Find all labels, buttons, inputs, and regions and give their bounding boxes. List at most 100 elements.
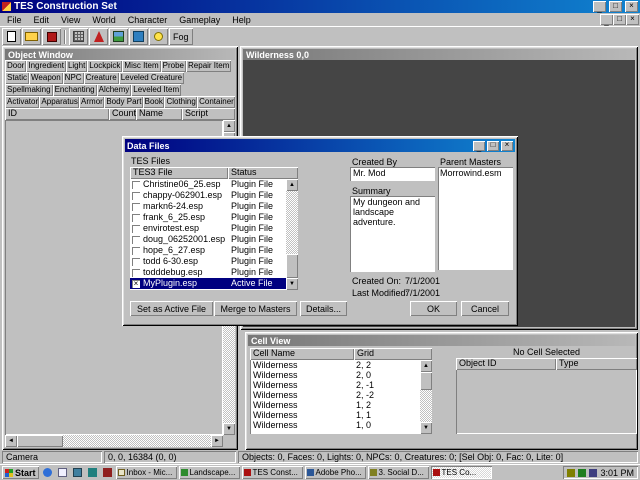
file-row[interactable]: todd 6-30.espPlugin File <box>130 256 286 267</box>
tab-npc[interactable]: NPC <box>63 72 84 84</box>
scroll-track[interactable] <box>420 372 432 422</box>
start-button[interactable]: Start <box>2 466 39 479</box>
column-script[interactable]: Script <box>182 108 235 120</box>
tab-probe[interactable]: Probe <box>161 60 186 72</box>
task-social-document[interactable]: 3. Social D... <box>368 466 429 479</box>
column-id[interactable]: ID <box>5 108 109 120</box>
scroll-thumb[interactable] <box>17 435 63 447</box>
cell-row[interactable]: Wilderness2, -1 <box>250 380 420 390</box>
task-tes-active[interactable]: TES Co... <box>431 466 492 479</box>
tab-static[interactable]: Static <box>5 72 29 84</box>
tab-repair-item[interactable]: Repair Item <box>186 60 231 72</box>
menu-view[interactable]: View <box>55 14 86 26</box>
menu-character[interactable]: Character <box>122 14 174 26</box>
parent-masters-list[interactable]: Morrowind.esm <box>438 167 513 270</box>
tab-creature[interactable]: Creature <box>84 72 119 84</box>
column-cell-name[interactable]: Cell Name <box>250 348 354 360</box>
cell-row[interactable]: Wilderness2, -2 <box>250 390 420 400</box>
file-checkbox[interactable] <box>132 258 140 266</box>
file-checkbox[interactable] <box>132 203 140 211</box>
tab-alchemy[interactable]: Alchemy <box>97 84 132 96</box>
column-type[interactable]: Type <box>556 358 637 370</box>
file-row[interactable]: frank_6_25.espPlugin File <box>130 212 286 223</box>
tab-clothing[interactable]: Clothing <box>164 96 197 108</box>
file-row[interactable]: todddebug.espPlugin File <box>130 267 286 278</box>
tray-display-icon[interactable] <box>589 469 597 477</box>
new-file-button[interactable] <box>2 28 21 45</box>
file-checkbox[interactable]: × <box>132 280 140 288</box>
summary-field[interactable]: My dungeon and landscape adventure. <box>350 196 435 272</box>
file-checkbox[interactable] <box>132 236 140 244</box>
scroll-right-button[interactable]: ► <box>211 435 223 447</box>
child-close-button[interactable]: × <box>626 14 639 25</box>
tab-lockpick[interactable]: Lockpick <box>87 60 122 72</box>
quicklaunch-channels-icon[interactable] <box>86 466 99 479</box>
files-list-vscrollbar[interactable]: ▲ ▼ <box>286 179 298 290</box>
scroll-up-button[interactable]: ▲ <box>420 360 432 372</box>
merge-to-masters-button[interactable]: Merge to Masters <box>214 301 297 316</box>
tab-spellmaking[interactable]: Spellmaking <box>5 84 53 96</box>
column-name[interactable]: Name <box>136 108 182 120</box>
tab-enchanting[interactable]: Enchanting <box>53 84 97 96</box>
quicklaunch-show-desktop-icon[interactable] <box>71 466 84 479</box>
scroll-up-button[interactable]: ▲ <box>286 179 298 191</box>
child-minimize-button[interactable]: _ <box>600 14 613 25</box>
cell-row[interactable]: Wilderness2, 0 <box>250 370 420 380</box>
quicklaunch-browser-icon[interactable] <box>41 466 54 479</box>
quicklaunch-mail-icon[interactable] <box>56 466 69 479</box>
column-count[interactable]: Count <box>109 108 136 120</box>
render-window-titlebar[interactable]: Wilderness 0,0 <box>243 49 635 60</box>
object-window-titlebar[interactable]: Object Window <box>5 49 235 60</box>
file-checkbox[interactable] <box>132 214 140 222</box>
quicklaunch-media-icon[interactable] <box>101 466 114 479</box>
tab-activator[interactable]: Activator <box>5 96 39 108</box>
dialog-close-button[interactable]: × <box>501 141 513 151</box>
angle-snap-button[interactable] <box>89 28 108 45</box>
menu-file[interactable]: File <box>1 14 28 26</box>
column-status[interactable]: Status <box>228 167 298 179</box>
task-landscape[interactable]: Landscape... <box>179 466 240 479</box>
minimize-button[interactable]: _ <box>593 1 606 12</box>
file-checkbox[interactable] <box>132 192 140 200</box>
scroll-down-button[interactable]: ▼ <box>420 422 432 434</box>
file-row[interactable]: envirotest.espPlugin File <box>130 223 286 234</box>
cell-view-titlebar[interactable]: Cell View <box>248 335 635 346</box>
tray-scheduler-icon[interactable] <box>578 469 586 477</box>
child-restore-button[interactable]: □ <box>613 14 626 25</box>
app-titlebar[interactable]: TES Construction Set _ □ × <box>0 0 640 13</box>
cell-list-vscrollbar[interactable]: ▲ ▼ <box>420 360 432 434</box>
cell-row[interactable]: Wilderness1, 1 <box>250 410 420 420</box>
tab-armor[interactable]: Armor <box>79 96 104 108</box>
fog-toggle-button[interactable]: Fog <box>169 28 193 45</box>
tab-book[interactable]: Book <box>143 96 165 108</box>
menu-help[interactable]: Help <box>226 14 257 26</box>
scroll-down-button[interactable]: ▼ <box>286 278 298 290</box>
dialog-minimize-button[interactable]: _ <box>473 141 485 151</box>
scroll-track[interactable] <box>17 435 211 447</box>
grid-snap-button[interactable] <box>69 28 88 45</box>
menu-world[interactable]: World <box>86 14 121 26</box>
cancel-button[interactable]: Cancel <box>461 301 509 316</box>
menu-edit[interactable]: Edit <box>28 14 56 26</box>
column-grid[interactable]: Grid <box>354 348 432 360</box>
file-row[interactable]: chappy-062901.espPlugin File <box>130 190 286 201</box>
scroll-left-button[interactable]: ◄ <box>5 435 17 447</box>
object-list-hscrollbar[interactable]: ◄ ► <box>5 435 223 447</box>
details-button[interactable]: Details... <box>300 301 347 316</box>
cell-row[interactable]: Wilderness2, 2 <box>250 360 420 370</box>
tab-light[interactable]: Light <box>66 60 87 72</box>
dialog-titlebar[interactable]: Data Files _ □ × <box>125 139 515 152</box>
task-tes-construction[interactable]: TES Const... <box>242 466 303 479</box>
set-active-file-button[interactable]: Set as Active File <box>130 301 213 316</box>
tab-ingredient[interactable]: Ingredient <box>26 60 66 72</box>
landscape-edit-button[interactable] <box>109 28 128 45</box>
scroll-thumb[interactable] <box>286 254 298 278</box>
tab-leveled-creature[interactable]: Leveled Creature <box>119 72 184 84</box>
tab-misc-item[interactable]: Misc Item <box>122 60 160 72</box>
cell-row[interactable]: Wilderness1, 2 <box>250 400 420 410</box>
data-files-button[interactable] <box>42 28 61 45</box>
scroll-track[interactable] <box>286 191 298 278</box>
scroll-thumb[interactable] <box>420 372 432 390</box>
scroll-up-button[interactable]: ▲ <box>223 120 235 132</box>
parent-master-item[interactable]: Morrowind.esm <box>440 168 511 179</box>
